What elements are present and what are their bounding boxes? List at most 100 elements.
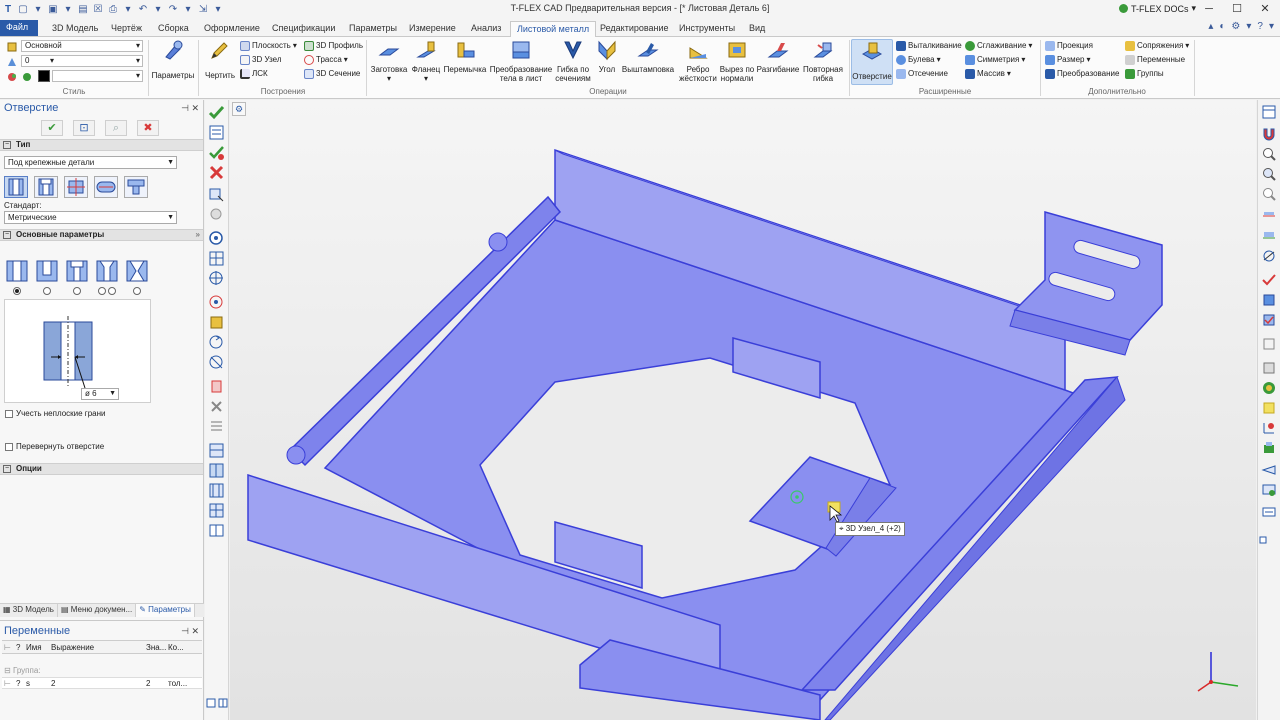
- boolean-button[interactable]: Булева ▾: [896, 54, 941, 66]
- help-icon[interactable]: ?: [1257, 21, 1263, 32]
- view-cube-check-icon[interactable]: [1261, 312, 1277, 328]
- tab-tools[interactable]: Инструменты: [673, 21, 741, 37]
- normal-cut-button[interactable]: Вырез по нормали: [718, 39, 756, 83]
- grid-icon[interactable]: [208, 250, 225, 267]
- hole-type-fastener-button[interactable]: [124, 176, 148, 198]
- hole-type-select[interactable]: Под крепежные детали ▼: [4, 156, 177, 169]
- close-window-button[interactable]: ✕: [1254, 1, 1276, 17]
- hole-button[interactable]: Отверстие: [851, 39, 893, 85]
- param-through-icon[interactable]: [5, 257, 29, 283]
- bottom-icon-1[interactable]: [206, 698, 216, 708]
- help-dropdown-icon[interactable]: ▾: [1269, 21, 1274, 32]
- apply-continue-icon[interactable]: [208, 144, 225, 161]
- tab-document-menu[interactable]: ▤ Меню докумен...: [58, 604, 137, 617]
- param-radio-1[interactable]: [13, 287, 21, 295]
- zoom-window-icon[interactable]: [1261, 166, 1277, 182]
- object-red-icon[interactable]: [208, 378, 225, 395]
- tab-sheet-metal[interactable]: Листовой металл: [510, 21, 597, 38]
- fly-icon[interactable]: [1261, 462, 1277, 478]
- flip-hole-checkbox[interactable]: [5, 443, 13, 451]
- shaded-icon[interactable]: [1261, 360, 1277, 376]
- section-bend-button[interactable]: Гибка по сечениям: [554, 39, 592, 83]
- blank-button[interactable]: Заготовка ▾: [368, 39, 410, 83]
- mates-button[interactable]: Сопряжения ▾: [1125, 40, 1189, 52]
- viewport-menu-icon[interactable]: ⚙: [232, 102, 246, 116]
- tab-measurement[interactable]: Измерение: [403, 21, 462, 37]
- section-main-params-header[interactable]: − Основные параметры»: [0, 229, 203, 241]
- path-button[interactable]: Трасса ▾: [304, 54, 348, 66]
- tab-3d-model-tree[interactable]: ▦ 3D Модель: [0, 604, 58, 617]
- tab-design[interactable]: Оформление: [198, 21, 266, 37]
- tflex-docs-indicator[interactable]: T-FLEX DOCs ▾: [1118, 3, 1196, 14]
- parameters-button[interactable]: Параметры: [150, 39, 196, 80]
- layout-1-icon[interactable]: [208, 442, 225, 459]
- node-icon[interactable]: [208, 230, 225, 247]
- tab-file[interactable]: Файл: [0, 20, 38, 36]
- maximize-button[interactable]: ☐: [1226, 1, 1248, 17]
- save-dropdown-icon[interactable]: ▾: [62, 4, 74, 16]
- param-radio-4b[interactable]: [108, 287, 116, 295]
- table-row[interactable]: ⊢ ? s 2 2 тол...: [2, 677, 202, 689]
- zoom-all-icon[interactable]: [1261, 186, 1277, 202]
- rotate-view-icon[interactable]: [1261, 248, 1277, 264]
- lsk-button[interactable]: ЛСК: [240, 68, 268, 80]
- right-bottom-icon[interactable]: [1259, 536, 1267, 544]
- customize-qat-icon[interactable]: ▾: [212, 4, 224, 16]
- new-document-icon[interactable]: ▢: [17, 4, 29, 16]
- sheet-metal-model[interactable]: [230, 100, 1256, 720]
- transform-button[interactable]: Преобразование: [1045, 68, 1119, 80]
- stiffener-button[interactable]: Ребро жёсткости: [678, 39, 718, 83]
- color-swatch[interactable]: [38, 70, 50, 82]
- section-options-header[interactable]: − Опции: [0, 463, 203, 475]
- redo-icon[interactable]: ↷: [167, 4, 179, 16]
- no-snap-icon[interactable]: [208, 354, 225, 371]
- redo-dropdown-icon[interactable]: ▾: [182, 4, 194, 16]
- book-icon[interactable]: [208, 522, 225, 539]
- hole-type-simple-button[interactable]: [4, 176, 28, 198]
- layout-3-icon[interactable]: [208, 482, 225, 499]
- new-dropdown-icon[interactable]: ▾: [32, 4, 44, 16]
- array-button[interactable]: Массив ▾: [965, 68, 1011, 80]
- preview-params-icon[interactable]: [208, 124, 225, 141]
- select-face-icon[interactable]: [208, 186, 225, 203]
- render-icon[interactable]: [1261, 482, 1277, 498]
- ribbon-menu-icon[interactable]: ◐: [1219, 21, 1225, 32]
- color-select[interactable]: ▾: [52, 70, 143, 82]
- node3d-button[interactable]: 3D Узел: [240, 54, 282, 66]
- properties-view-icon[interactable]: [1261, 504, 1277, 520]
- zoom-in-icon[interactable]: [1261, 146, 1277, 162]
- section-view-icon[interactable]: [1261, 208, 1277, 224]
- tab-drawing[interactable]: Чертёж: [105, 21, 148, 37]
- section-type-header[interactable]: − Тип: [0, 139, 203, 151]
- center-icon[interactable]: [208, 270, 225, 287]
- cancel-button[interactable]: ✖: [137, 120, 159, 136]
- cancel-command-icon[interactable]: [208, 164, 225, 181]
- tab-assembly[interactable]: Сборка: [152, 21, 195, 37]
- settings-icon[interactable]: ⚙: [1231, 21, 1240, 32]
- size-button[interactable]: Размер ▾: [1045, 54, 1091, 66]
- param-blind-icon[interactable]: [35, 257, 59, 283]
- dimension-icon[interactable]: [208, 314, 225, 331]
- variables-button[interactable]: Переменные: [1125, 54, 1185, 66]
- wireframe-icon[interactable]: [1261, 336, 1277, 352]
- 3d-viewport[interactable]: ⌖ 3D Узел_4 (+2) ⚙: [230, 100, 1256, 720]
- param-counterbore-icon[interactable]: [65, 257, 89, 283]
- close-doc-icon[interactable]: ☒: [92, 4, 104, 16]
- rebend-button[interactable]: Повторная гибка: [800, 39, 846, 83]
- magnet-icon[interactable]: [1261, 126, 1277, 142]
- undo-dropdown-icon[interactable]: ▾: [152, 4, 164, 16]
- param-double-icon[interactable]: [125, 257, 149, 283]
- tab-parameters[interactable]: Параметры: [343, 21, 403, 37]
- layout-4-icon[interactable]: [208, 502, 225, 519]
- delete-element-icon[interactable]: [208, 398, 225, 415]
- plane-button[interactable]: Плоскость ▾: [240, 40, 297, 52]
- ok-button[interactable]: ✔: [41, 120, 63, 136]
- tab-3d-model[interactable]: 3D Модель: [46, 21, 104, 37]
- hole-type-slot-button[interactable]: [94, 176, 118, 198]
- preview-button[interactable]: ⊡: [73, 120, 95, 136]
- column-comment[interactable]: Ко...: [168, 642, 184, 653]
- tab-editing[interactable]: Редактирование: [594, 21, 675, 37]
- export-icon[interactable]: ⇲: [197, 4, 209, 16]
- tab-view[interactable]: Вид: [743, 21, 771, 37]
- minimize-button[interactable]: ─: [1198, 1, 1220, 17]
